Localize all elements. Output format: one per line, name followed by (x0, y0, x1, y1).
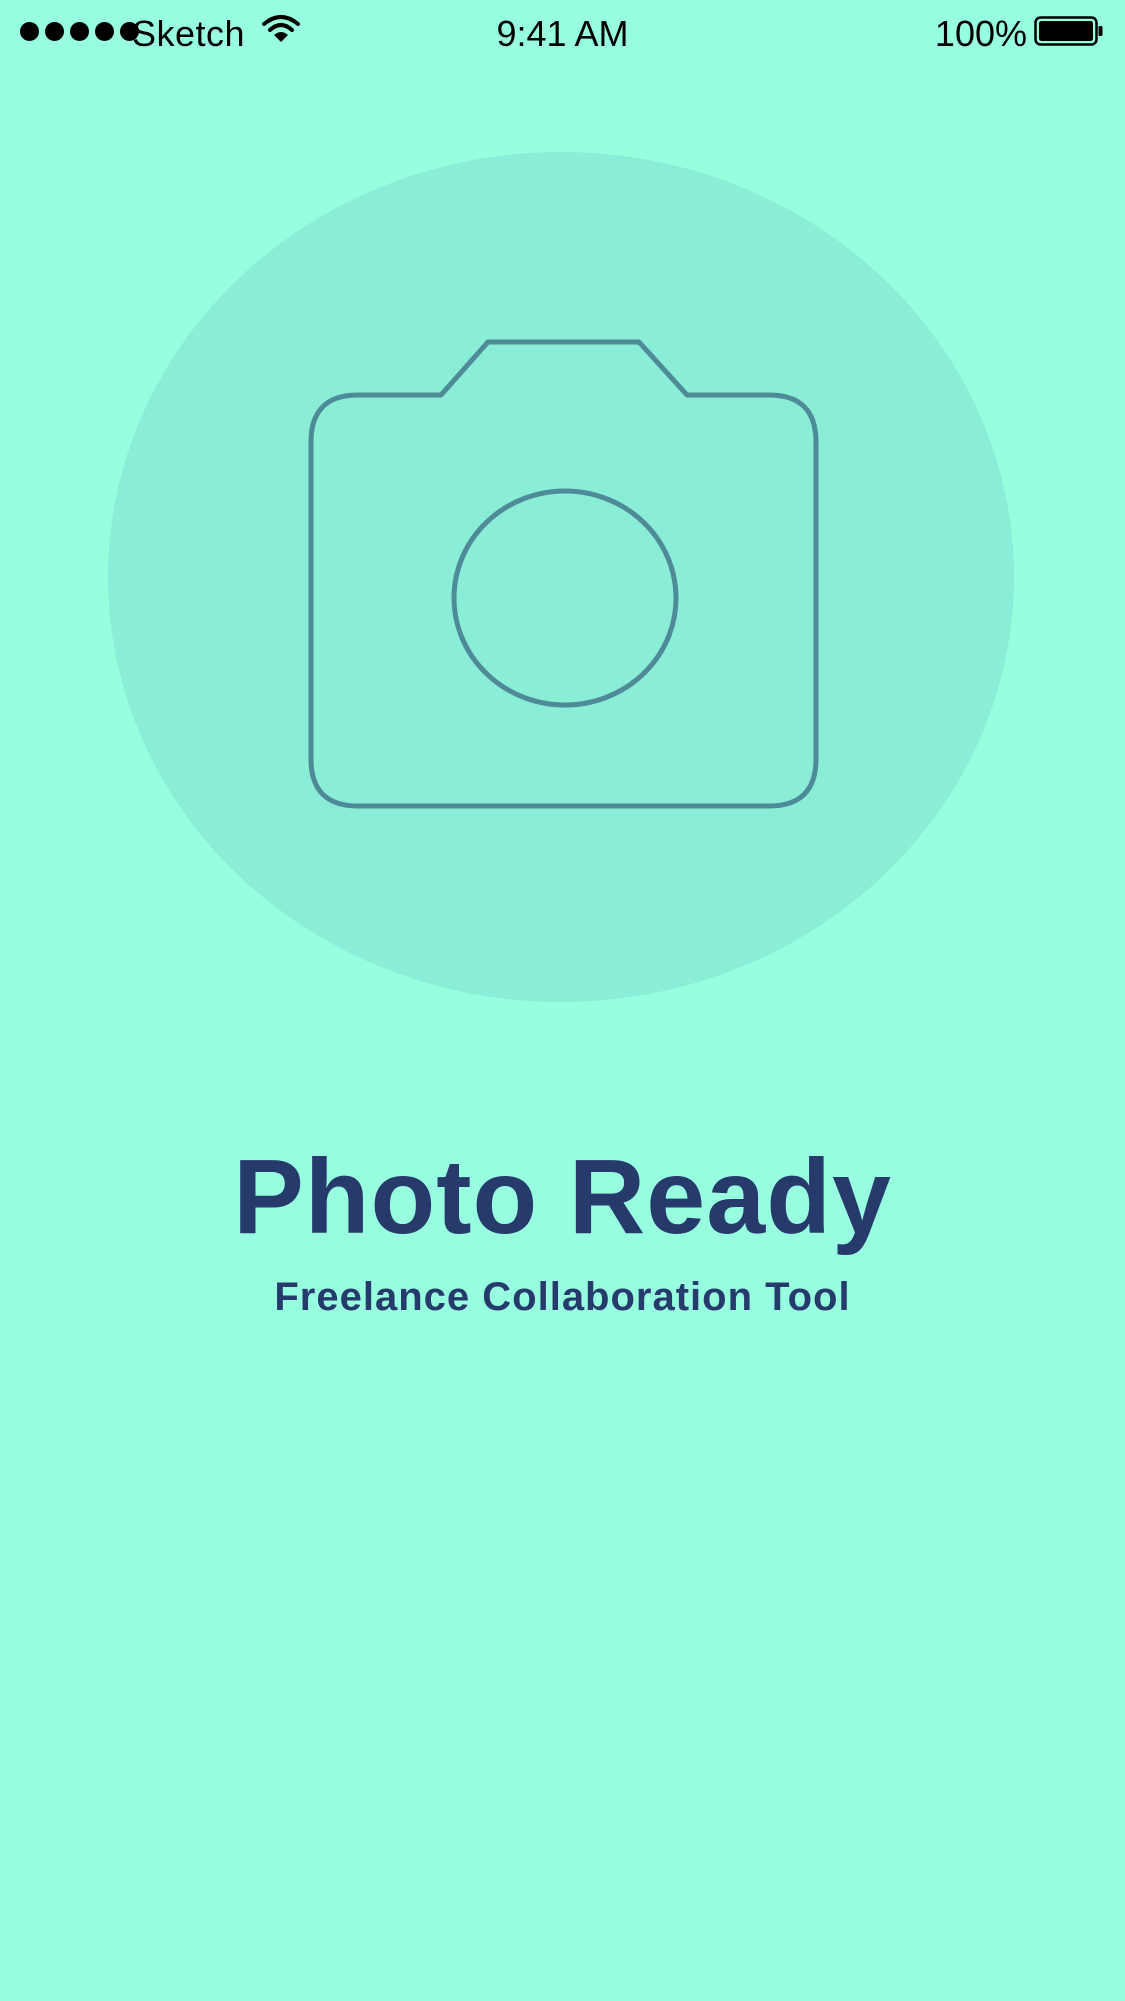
splash-screen: Sketch 9:41 AM 100% Photo Ready Freelanc… (0, 0, 1125, 2001)
app-subtitle: Freelance Collaboration Tool (274, 1275, 851, 1319)
app-title: Photo Ready (233, 1138, 892, 1256)
status-bar: Sketch 9:41 AM 100% (0, 0, 1125, 66)
battery-icon (1034, 16, 1103, 46)
camera-icon (308, 339, 819, 809)
battery-percent: 100% (934, 13, 1027, 54)
